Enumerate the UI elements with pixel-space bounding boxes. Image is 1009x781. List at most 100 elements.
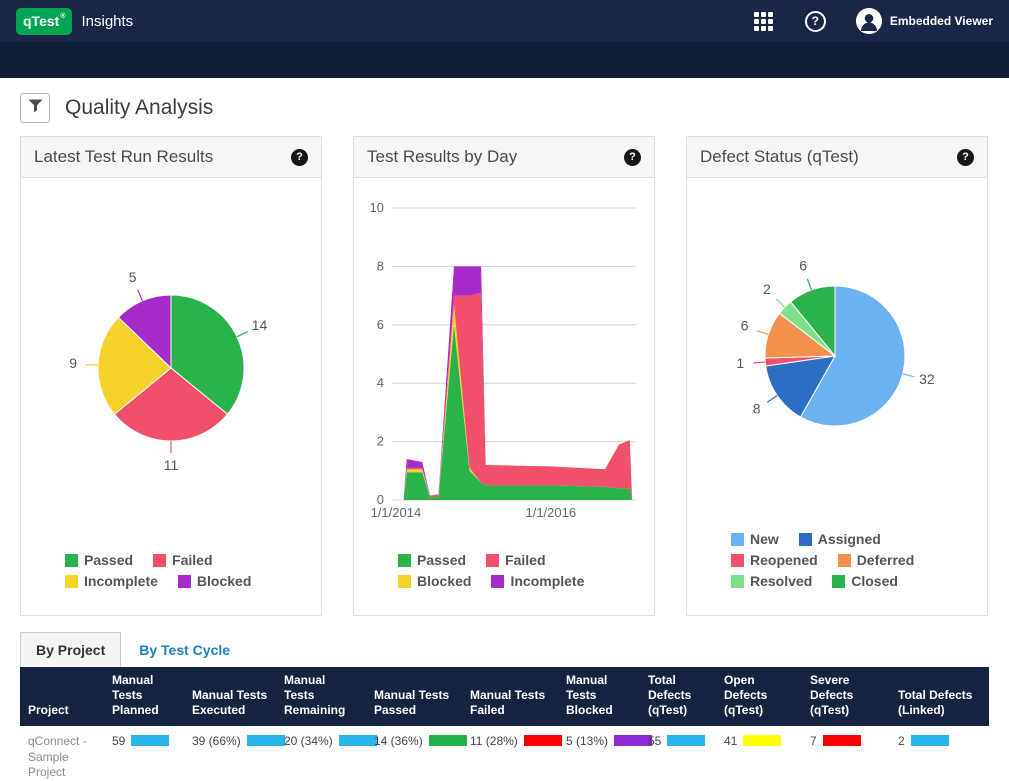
legend-item-incomplete[interactable]: Incomplete xyxy=(491,573,584,589)
legend-label: Failed xyxy=(172,552,212,568)
legend-label: Blocked xyxy=(197,573,251,589)
project-name[interactable]: qConnect - Sample Project xyxy=(20,726,104,781)
legend-item-incomplete[interactable]: Incomplete xyxy=(65,573,158,589)
legend-item-failed[interactable]: Failed xyxy=(486,552,545,568)
cell-value: 7 xyxy=(810,734,817,748)
qtest-logo-text: qTest xyxy=(23,13,59,29)
pie-label-line xyxy=(767,396,777,403)
cell-bar xyxy=(823,735,861,746)
card-help-icon[interactable]: ? xyxy=(957,149,974,166)
pie-label-line xyxy=(86,365,98,366)
help-icon[interactable]: ? xyxy=(805,11,826,32)
user-menu[interactable]: Embedded Viewer xyxy=(856,8,993,34)
card-title: Defect Status (qTest) xyxy=(700,147,859,167)
cell-value: 20 (34%) xyxy=(284,734,333,748)
cell-value: 41 xyxy=(724,734,737,748)
nav-left: qTest® Insights xyxy=(16,8,133,35)
legend-item-new[interactable]: New xyxy=(731,531,779,547)
legend-item-reopened[interactable]: Reopened xyxy=(731,552,818,568)
pie-value-label: 8 xyxy=(753,401,761,417)
legend-swatch xyxy=(153,554,166,567)
legend-label: Incomplete xyxy=(84,573,158,589)
pie-label-line xyxy=(237,332,248,337)
tab-by-project[interactable]: By Project xyxy=(20,632,121,667)
pie-value-label: 11 xyxy=(164,457,179,473)
legend-swatch xyxy=(65,575,78,588)
column-header-manual-tests-blocked: Manual Tests Blocked xyxy=(558,667,640,726)
column-header-manual-tests-passed: Manual Tests Passed xyxy=(366,667,462,726)
cell-bar xyxy=(614,735,652,746)
legend-swatch xyxy=(832,575,845,588)
legend-swatch xyxy=(731,575,744,588)
pie-label-line xyxy=(757,331,768,335)
metric-cell: 11 (28%) xyxy=(462,726,558,781)
legend-item-failed[interactable]: Failed xyxy=(153,552,212,568)
card-help-icon[interactable]: ? xyxy=(624,149,641,166)
area-series-failed[interactable] xyxy=(404,293,632,500)
cell-value: 55 xyxy=(648,734,661,748)
cell-bar xyxy=(339,735,377,746)
qtest-logo[interactable]: qTest® xyxy=(16,8,72,35)
pie-value-label: 32 xyxy=(919,371,935,387)
column-header-open-defects-qtest-: Open Defects (qTest) xyxy=(716,667,802,726)
project-metrics-table: ProjectManual Tests PlannedManual Tests … xyxy=(20,667,989,781)
pie-value-label: 1 xyxy=(736,355,744,371)
card-header: Defect Status (qTest) ? xyxy=(687,137,987,178)
apps-grid-icon[interactable] xyxy=(752,10,775,33)
metric-cell: 7 xyxy=(802,726,890,781)
x-tick-label: 1/1/2016 xyxy=(525,505,576,520)
card-body: 02468101/1/20141/1/2016 PassedFailedBloc… xyxy=(354,178,654,615)
cell-bar xyxy=(429,735,467,746)
pie-value-label: 5 xyxy=(129,269,137,285)
legend-item-passed[interactable]: Passed xyxy=(65,552,133,568)
column-header-manual-tests-remaining: Manual Tests Remaining xyxy=(276,667,366,726)
cell-bar xyxy=(524,735,562,746)
legend-label: Passed xyxy=(84,552,133,568)
column-header-manual-tests-executed: Manual Tests Executed xyxy=(184,667,276,726)
legend-item-assigned[interactable]: Assigned xyxy=(799,531,881,547)
column-header-total-defects-qtest-: Total Defects (qTest) xyxy=(640,667,716,726)
legend-row: New Assigned xyxy=(731,531,881,547)
sub-navbar xyxy=(0,42,1009,78)
column-header-total-defects-linked-: Total Defects (Linked) xyxy=(890,667,989,726)
user-label: Embedded Viewer xyxy=(890,14,993,28)
tab-by-test-cycle[interactable]: By Test Cycle xyxy=(121,633,248,667)
cell-value: 39 (66%) xyxy=(192,734,241,748)
legend-label: Deferred xyxy=(857,552,915,568)
metric-cell: 39 (66%) xyxy=(184,726,276,781)
cell-value: 2 xyxy=(898,734,905,748)
legend-item-passed[interactable]: Passed xyxy=(398,552,466,568)
metric-cell: 59 xyxy=(104,726,184,781)
card-body: 3281626 NewAssignedReopenedDeferredResol… xyxy=(687,178,987,615)
legend-item-blocked[interactable]: Blocked xyxy=(398,573,471,589)
legend-label: Passed xyxy=(417,552,466,568)
cell-bar xyxy=(911,735,949,746)
card-test-results-by-day: Test Results by Day ? 02468101/1/20141/1… xyxy=(353,136,655,616)
legend-swatch xyxy=(799,533,812,546)
metric-cell: 55 xyxy=(640,726,716,781)
title-row: Quality Analysis xyxy=(20,93,989,123)
filter-button[interactable] xyxy=(20,93,50,123)
legend-item-deferred[interactable]: Deferred xyxy=(838,552,915,568)
legend-item-resolved[interactable]: Resolved xyxy=(731,573,812,589)
pie-value-label: 6 xyxy=(741,318,749,334)
legend-item-closed[interactable]: Closed xyxy=(832,573,898,589)
x-tick-label: 1/1/2014 xyxy=(371,505,422,520)
legend-label: Closed xyxy=(851,573,898,589)
legend-swatch xyxy=(731,533,744,546)
legend-swatch xyxy=(178,575,191,588)
pie-value-label: 9 xyxy=(69,355,77,371)
y-tick-label: 6 xyxy=(377,317,384,332)
column-header-severe-defects-qtest-: Severe Defects (qTest) xyxy=(802,667,890,726)
card-help-icon[interactable]: ? xyxy=(291,149,308,166)
legend-item-blocked[interactable]: Blocked xyxy=(178,573,251,589)
cell-value: 11 (28%) xyxy=(470,734,518,748)
legend-label: Assigned xyxy=(818,531,881,547)
column-header-manual-tests-failed: Manual Tests Failed xyxy=(462,667,558,726)
card-body: 141195 PassedFailedIncompleteBlocked xyxy=(21,178,321,615)
legend-row: Blocked Incomplete xyxy=(398,573,584,589)
legend-label: Incomplete xyxy=(510,573,584,589)
main-content: Quality Analysis Latest Test Run Results… xyxy=(0,78,1009,781)
metric-cell: 14 (36%) xyxy=(366,726,462,781)
pie-value-label: 6 xyxy=(799,258,807,274)
